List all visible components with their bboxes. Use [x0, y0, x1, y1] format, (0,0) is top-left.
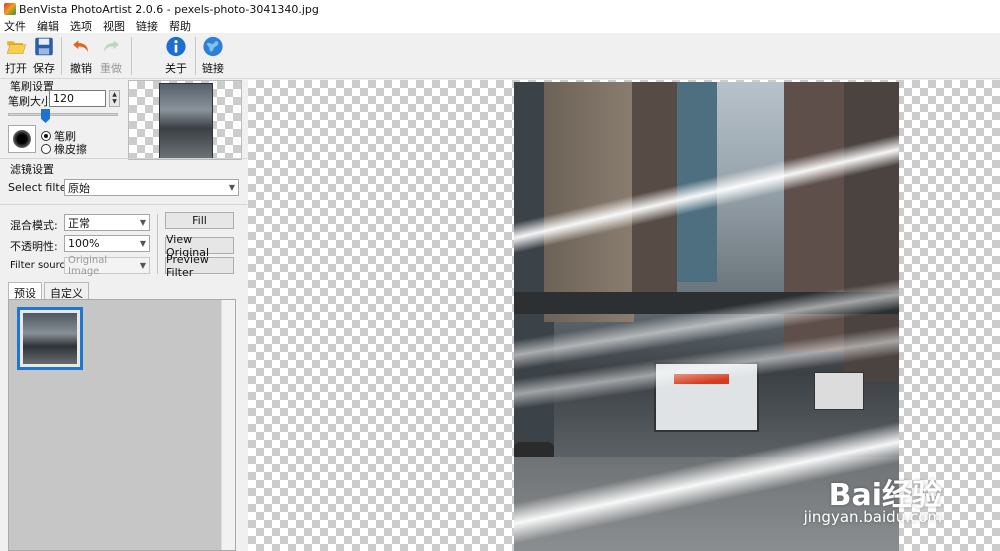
info-icon: [166, 36, 186, 57]
navigator-thumbnail: [159, 83, 213, 159]
menu-help[interactable]: 帮助: [169, 18, 191, 34]
brush-size-slider[interactable]: [8, 113, 118, 116]
preset-thumbnail: [23, 313, 77, 364]
brush-size-input[interactable]: 120: [49, 90, 106, 107]
opacity-label: 不透明性:: [10, 240, 58, 253]
brush-size-spinner[interactable]: ▲ ▼: [109, 90, 120, 107]
floppy-disk-icon: [35, 37, 53, 56]
menu-edit[interactable]: 编辑: [37, 18, 59, 34]
chevron-down-icon: ▼: [139, 218, 146, 227]
toolbar-separator: [61, 37, 62, 75]
menu-file[interactable]: 文件: [4, 18, 26, 34]
save-button[interactable]: 保存: [29, 36, 59, 76]
filter-source-select[interactable]: Original Image ▼: [64, 255, 150, 277]
spin-down-icon[interactable]: ▼: [110, 98, 119, 105]
filter-select[interactable]: 原始 ▼: [64, 179, 239, 196]
divider: [0, 158, 247, 159]
fill-button[interactable]: Fill: [165, 212, 234, 229]
spin-up-icon[interactable]: ▲: [110, 91, 119, 98]
globe-icon: [203, 36, 223, 57]
left-panel: 笔刷设置 笔刷大小: 120 ▲ ▼ 笔刷 橡皮擦 滤镜设置 Select fi…: [0, 80, 247, 551]
view-original-button[interactable]: View Original: [165, 233, 234, 259]
undo-button[interactable]: 撤销: [66, 36, 96, 76]
preset-list: [8, 299, 236, 551]
menu-links[interactable]: 链接: [136, 18, 158, 34]
divider: [0, 204, 247, 205]
blend-mode-select[interactable]: 正常 ▼: [64, 214, 150, 231]
filter-settings-label: 滤镜设置: [10, 163, 54, 176]
preset-scrollbar[interactable]: [221, 300, 235, 550]
chevron-down-icon: ▼: [139, 239, 146, 248]
window-title: BenVista PhotoArtist 2.0.6 - pexels-phot…: [19, 2, 319, 16]
toolbar-separator: [131, 37, 132, 75]
baidu-watermark-url: jingyan.baidu.com: [803, 508, 942, 526]
navigator-preview[interactable]: [128, 80, 242, 160]
folder-open-icon: [6, 41, 26, 54]
menu-options[interactable]: 选项: [70, 18, 92, 34]
menu-bar: 文件 编辑 选项 视图 链接 帮助: [0, 18, 1000, 33]
tab-custom[interactable]: 自定义: [44, 282, 89, 300]
radio-icon: [41, 144, 51, 154]
opacity-select[interactable]: 100% ▼: [64, 235, 150, 252]
eraser-mode-radio[interactable]: 橡皮擦: [41, 141, 87, 157]
preset-tabs: 预设 自定义: [8, 282, 91, 300]
about-button[interactable]: 关于: [161, 36, 191, 76]
chevron-down-icon: ▼: [139, 261, 146, 270]
preset-item[interactable]: [17, 307, 83, 370]
preview-filter-button[interactable]: Preview Filter: [165, 253, 234, 279]
tab-presets[interactable]: 预设: [8, 282, 42, 300]
toolbar: 打开 保存 撤销 重做 关于 链接: [0, 33, 1000, 79]
redo-arrow-icon: [104, 40, 119, 52]
brush-settings-label: 笔刷设置: [10, 80, 54, 93]
chevron-down-icon: ▼: [228, 183, 235, 192]
app-icon: [4, 3, 16, 15]
title-bar: BenVista PhotoArtist 2.0.6 - pexels-phot…: [0, 0, 1000, 18]
undo-arrow-icon: [73, 40, 88, 52]
vertical-separator: [157, 214, 158, 274]
toolbar-separator: [195, 37, 196, 75]
blend-mode-label: 混合模式:: [10, 219, 58, 232]
brush-preview: [8, 125, 36, 153]
link-button[interactable]: 链接: [198, 36, 228, 76]
brush-size-slider-thumb[interactable]: [41, 109, 50, 123]
menu-view[interactable]: 视图: [103, 18, 125, 34]
radio-icon: [41, 131, 51, 141]
soft-brush-icon: [13, 130, 31, 148]
redo-button[interactable]: 重做: [96, 36, 126, 76]
open-button[interactable]: 打开: [1, 36, 31, 76]
